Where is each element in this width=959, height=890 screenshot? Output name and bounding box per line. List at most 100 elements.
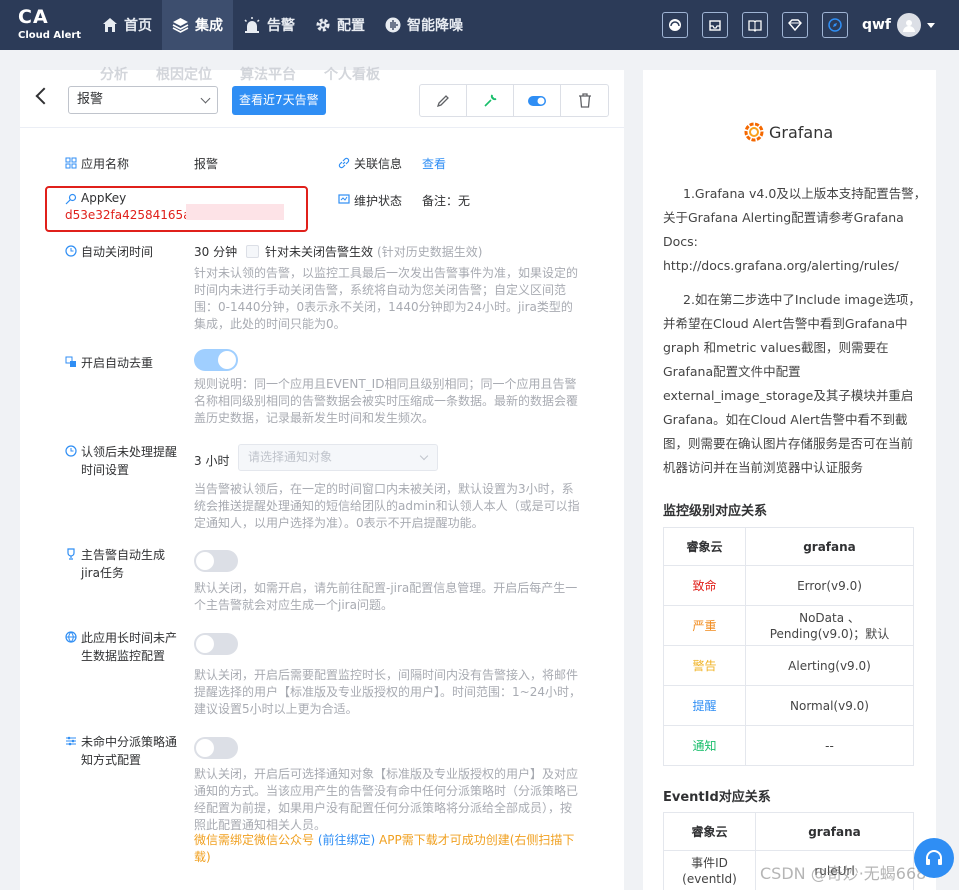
book-icon: [748, 20, 762, 32]
inbox-icon: [709, 20, 721, 31]
table-row: 严重 NoData 、 Pending(v9.0)；默认: [663, 605, 914, 646]
table-header-row: 睿象云 grafana: [663, 527, 914, 566]
ghost-item-rootcause: 根因定位: [156, 67, 212, 83]
dispatch-toggle[interactable]: [194, 737, 238, 759]
alarm-icon: [244, 17, 260, 33]
nav-label-config: 配置: [337, 18, 365, 34]
headset-button[interactable]: [661, 12, 688, 38]
dispatch-description: 默认关闭，开启后可选择通知对象【标准版及专业版授权的用户】及对应通知的方式。当该…: [194, 767, 579, 832]
maintenance-label-text: 维护状态: [354, 194, 403, 208]
help-line: 1.Grafana v4.0及以上版本支持配置告警，: [683, 186, 927, 201]
grafana-title-text: Grafana: [769, 122, 834, 142]
dispatch-warning-wechat: 微信需绑定微信公众号: [194, 833, 315, 847]
action-button-group: [419, 84, 609, 117]
nav-item-home[interactable]: 首页: [92, 0, 162, 50]
nav-item-noise[interactable]: 智能降噪: [375, 0, 473, 50]
docs-button[interactable]: [741, 12, 768, 38]
nav-label-home: 首页: [124, 18, 152, 34]
help-chat-button[interactable]: [914, 838, 954, 878]
nodata-description: 默认关闭，开启后需要配置监控时长，间隔时间内没有告警接入，将邮件提醒选择的用户【…: [194, 668, 581, 716]
toggle-knob: [196, 635, 214, 653]
level-value: Error(v9.0): [745, 565, 914, 606]
pencil-icon: [436, 94, 449, 107]
grafana-logo-icon: [744, 122, 764, 142]
bind-wechat-link[interactable]: (前往绑定): [318, 833, 375, 847]
help-line: Docs:: [663, 234, 698, 249]
wrench-icon: [483, 94, 496, 107]
help-line: 机器访问并在当前浏览器中认证服务: [663, 460, 864, 475]
remind-description: 当告警被认领后，在一定的时间窗口内未被关闭，默认设置为3小时，系统会推送提醒处理…: [194, 482, 580, 530]
compass-icon: [828, 18, 842, 32]
table-row: 致命 Error(v9.0): [663, 565, 914, 606]
toggle-icon: [528, 95, 546, 106]
help-line: graph 和metric values截图，则需要在: [663, 340, 889, 355]
layers-icon: [172, 18, 189, 33]
help-paragraph-2: 2.如在第二步选中了Include image选项， 并希望在Cloud Ale…: [663, 288, 933, 480]
ghost-submenu: 分析 根因定位 算法平台 个人看板: [100, 64, 408, 84]
level-value: --: [745, 725, 914, 766]
compass-button[interactable]: [821, 12, 848, 38]
nav-label-integration: 集成: [195, 18, 223, 34]
monitor-icon: [338, 194, 350, 204]
remind-value: 3 小时: [194, 454, 230, 468]
jira-label-text: 主告警自动生成jira任务: [81, 548, 166, 580]
help-line: Grafana配置文件中配置: [663, 364, 801, 379]
gear-icon: [316, 18, 330, 32]
table-header: 睿象云: [663, 812, 756, 851]
dispatch-warning: 微信需绑定微信公众号 (前往绑定) APP需下载才可成功创建(右侧扫描下载): [194, 832, 582, 866]
eventid-mapping-title: EventId对应关系: [663, 790, 771, 805]
ghost-item-analysis: 分析: [100, 67, 128, 83]
auto-close-checkbox-label: 针对未关闭告警生效: [265, 245, 374, 259]
chevron-down-icon: [200, 93, 211, 104]
brand-name: CA: [18, 6, 49, 28]
nodata-toggle[interactable]: [194, 633, 238, 655]
nodata-label-text: 此应用长时间未产生数据监控配置: [81, 631, 178, 663]
help-line: external_image_storage及其子模块并重启: [663, 388, 914, 403]
jira-label: 主告警自动生成jira任务: [65, 546, 177, 582]
app-select[interactable]: 报警: [68, 86, 218, 114]
chevron-down-icon: [927, 22, 935, 28]
trophy-icon: [67, 548, 75, 560]
edit-button[interactable]: [420, 85, 467, 116]
ghost-item-dashboard: 个人看板: [324, 67, 380, 83]
nav-item-config[interactable]: 配置: [305, 0, 375, 50]
back-icon[interactable]: [35, 87, 53, 105]
nav-item-integration[interactable]: 集成: [162, 0, 233, 50]
enable-toggle-button[interactable]: [514, 85, 561, 116]
nav-item-alarm[interactable]: 告警: [233, 0, 305, 50]
clock-icon: [65, 445, 77, 457]
diamond-button[interactable]: [781, 12, 808, 38]
user-menu[interactable]: qwf: [862, 13, 935, 37]
settings-button[interactable]: [467, 85, 514, 116]
level-value: Normal(v9.0): [745, 685, 914, 726]
noise-icon: [385, 17, 401, 33]
help-line: Grafana。如在Cloud Alert告警中看不到截: [663, 412, 908, 427]
level-value: NoData 、 Pending(v9.0)；默认: [745, 605, 914, 646]
app-name-value: 报警: [194, 157, 219, 171]
remind-label-text: 认领后未处理提醒时间设置: [81, 445, 178, 477]
related-info-label: 关联信息: [338, 155, 402, 172]
maintenance-value: 备注：无: [422, 194, 471, 208]
level-name: 提醒: [663, 685, 746, 726]
table-header: grafana: [755, 812, 914, 851]
help-line: http://docs.grafana.org/alerting/rules/: [663, 258, 899, 273]
related-info-link[interactable]: 查看: [422, 155, 446, 172]
grid-icon: [65, 157, 77, 169]
brand-logo[interactable]: CA Cloud Alert: [18, 8, 81, 41]
app-name-label: 应用名称: [65, 155, 129, 172]
notify-target-select[interactable]: 请选择通知对象: [238, 444, 438, 471]
view-recent-alerts-button[interactable]: 查看近7天告警: [232, 86, 326, 115]
auto-close-checkbox[interactable]: [246, 245, 259, 258]
user-icon: [903, 20, 915, 32]
jira-toggle[interactable]: [194, 550, 238, 572]
dedup-toggle[interactable]: [194, 349, 238, 371]
help-line: 关于Grafana Alerting配置请参考Grafana: [663, 210, 904, 225]
link-icon: [338, 157, 350, 169]
message-button[interactable]: [701, 12, 728, 38]
auto-close-value: 30 分钟: [194, 245, 238, 259]
merge-icon: [65, 356, 76, 367]
delete-button[interactable]: [561, 85, 608, 116]
header-tools: qwf: [648, 12, 935, 38]
help-line: 并希望在Cloud Alert告警中看到Grafana中: [663, 316, 908, 331]
main-nav: 首页 集成 告警 配置 智能降噪: [92, 0, 473, 50]
